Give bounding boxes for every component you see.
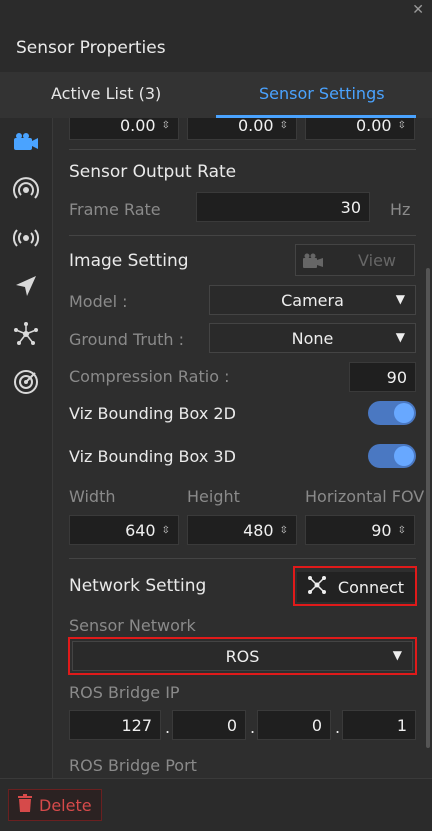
- bbox3d-label: Viz Bounding Box 3D: [69, 447, 236, 466]
- scrollbar[interactable]: [426, 268, 430, 748]
- navigation-arrow-icon[interactable]: [10, 270, 42, 302]
- target-radar-icon[interactable]: [10, 366, 42, 398]
- ground-truth-label: Ground Truth :: [69, 330, 184, 349]
- tab-bar: Active List (3) Sensor Settings: [0, 72, 432, 118]
- compression-ratio-input[interactable]: 90: [349, 362, 416, 392]
- settings-panel: 0.00 ⇳ 0.00 ⇳ 0.00 ⇳ Sensor Output Rate Fra…: [53, 118, 432, 778]
- model-label: Model :: [69, 292, 128, 311]
- ip-octet-4[interactable]: 1: [342, 710, 416, 740]
- connect-button[interactable]: Connect: [297, 572, 415, 602]
- model-dropdown[interactable]: Camera ▼: [209, 285, 416, 315]
- radar-icon[interactable]: [10, 174, 42, 206]
- ros-bridge-port-label: ROS Bridge Port: [69, 756, 197, 775]
- ip-octet-3[interactable]: 0: [257, 710, 331, 740]
- section-title-output-rate: Sensor Output Rate: [69, 162, 237, 182]
- tab-active-list[interactable]: Active List (3): [51, 84, 161, 103]
- height-label: Height: [187, 487, 240, 506]
- top-field-2[interactable]: 0.00 ⇳: [187, 118, 297, 140]
- toggle-knob: [394, 403, 414, 423]
- compression-ratio-label: Compression Ratio :: [69, 367, 230, 386]
- width-label: Width: [69, 487, 116, 506]
- chevron-down-icon: ▼: [395, 292, 405, 306]
- divider: [69, 558, 416, 559]
- fov-input[interactable]: 90 ⇳: [305, 515, 415, 545]
- sidebar: [0, 118, 53, 778]
- broadcast-icon[interactable]: [10, 222, 42, 254]
- fov-label: Horizontal FOV: [305, 487, 425, 506]
- frame-rate-label: Frame Rate: [69, 200, 161, 219]
- bbox2d-toggle[interactable]: [368, 401, 416, 425]
- ground-truth-dropdown[interactable]: None ▼: [209, 323, 416, 353]
- trash-icon: [17, 794, 33, 816]
- bbox2d-label: Viz Bounding Box 2D: [69, 404, 236, 423]
- network-node-icon: [307, 576, 326, 598]
- ip-octet-2[interactable]: 0: [172, 710, 246, 740]
- chevron-down-icon: ▼: [395, 330, 405, 344]
- frame-rate-input[interactable]: 30: [196, 192, 370, 222]
- top-field-3[interactable]: 0.00 ⇳: [305, 118, 415, 140]
- view-button[interactable]: View: [295, 244, 415, 276]
- window-title: Sensor Properties: [16, 38, 166, 58]
- width-input[interactable]: 640 ⇳: [69, 515, 179, 545]
- height-input[interactable]: 480 ⇳: [187, 515, 297, 545]
- footer: Delete: [0, 778, 432, 831]
- section-title-network-setting: Network Setting: [69, 576, 207, 596]
- divider: [69, 149, 416, 150]
- camera-icon[interactable]: [10, 126, 42, 158]
- ros-bridge-ip-label: ROS Bridge IP: [69, 683, 180, 702]
- camera-icon: [302, 253, 324, 273]
- ip-octet-1[interactable]: 127: [69, 710, 161, 740]
- delete-button[interactable]: Delete: [8, 789, 102, 821]
- top-field-1[interactable]: 0.00 ⇳: [69, 118, 179, 140]
- network-node-icon[interactable]: [10, 318, 42, 350]
- section-title-image-setting: Image Setting: [69, 251, 189, 271]
- chevron-down-icon: ▼: [392, 648, 402, 662]
- sensor-network-dropdown[interactable]: ROS ▼: [72, 641, 413, 671]
- tab-sensor-settings[interactable]: Sensor Settings: [259, 84, 385, 103]
- ip-separator: .: [335, 718, 341, 737]
- ip-separator: .: [165, 718, 171, 737]
- sensor-network-label: Sensor Network: [69, 616, 196, 635]
- close-icon[interactable]: ✕: [412, 2, 424, 18]
- bbox3d-toggle[interactable]: [368, 444, 416, 468]
- ip-separator: .: [250, 718, 256, 737]
- divider: [69, 235, 416, 236]
- frame-rate-unit: Hz: [390, 200, 411, 219]
- toggle-knob: [394, 446, 414, 466]
